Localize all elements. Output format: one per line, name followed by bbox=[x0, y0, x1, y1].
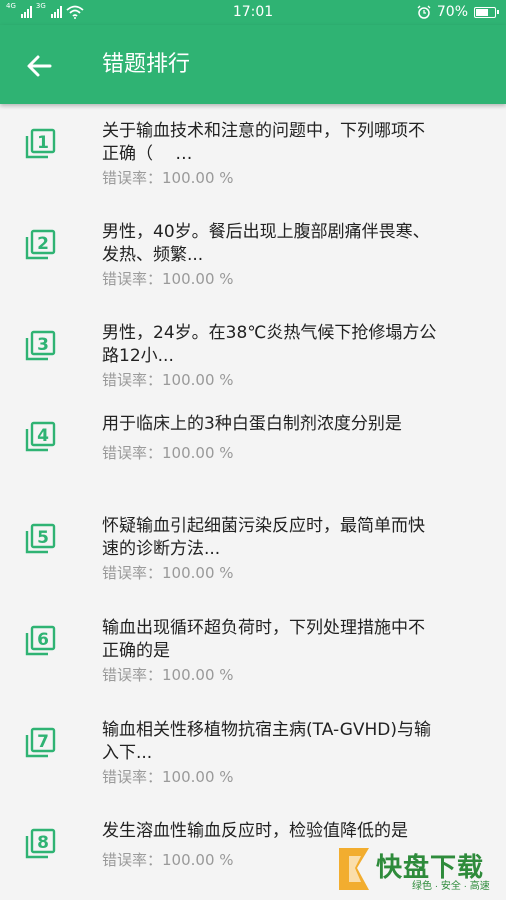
question-line-1: 怀疑输血引起细菌污染反应时，最简单而快 bbox=[102, 516, 425, 536]
rank-number: 4 bbox=[37, 426, 49, 446]
page-title: 错题排行 bbox=[102, 52, 191, 77]
question-line-1: 男性，40岁。餐后出现上腹部剧痛伴畏寒、 bbox=[102, 222, 430, 242]
question-line-2: 速的诊断方法... bbox=[102, 539, 221, 559]
rank-number-icon: 8 bbox=[25, 828, 56, 859]
rank-number: 5 bbox=[37, 528, 49, 548]
question-line-2: 路12小... bbox=[102, 346, 174, 366]
error-rate: 错误率：100.00 % bbox=[102, 444, 234, 462]
rank-number: 3 bbox=[37, 335, 49, 355]
rank-number-icon: 4 bbox=[25, 421, 56, 452]
rank-number-icon: 7 bbox=[25, 727, 56, 758]
rank-number: 1 bbox=[37, 133, 49, 153]
rank-number: 6 bbox=[37, 630, 49, 650]
question-line-1: 输血相关性移植物抗宿主病(TA-GVHD)与输 bbox=[102, 720, 432, 740]
error-rate: 错误率：100.00 % bbox=[102, 371, 234, 389]
rank-number-icon: 5 bbox=[25, 523, 56, 554]
arrow-left-icon[interactable] bbox=[24, 51, 54, 81]
error-rate: 错误率：100.00 % bbox=[102, 270, 234, 288]
question-text: 输血相关性移植物抗宿主病(TA-GVHD)与输 入下... bbox=[102, 719, 492, 765]
question-line-1: 用于临床上的3种白蛋白制剂浓度分别是 bbox=[102, 414, 402, 434]
question-line-2: 发热、频繁... bbox=[102, 245, 204, 265]
question-line-1: 男性，24岁。在38℃炎热气候下抢修塌方公 bbox=[102, 323, 437, 343]
question-text: 怀疑输血引起细菌污染反应时，最简单而快 速的诊断方法... bbox=[102, 515, 492, 561]
battery-percent: 70% bbox=[436, 4, 468, 20]
status-right: 70% bbox=[417, 3, 499, 21]
question-text: 输血出现循环超负荷时，下列处理措施中不 正确的是 bbox=[102, 617, 492, 663]
rank-number-icon: 2 bbox=[25, 229, 56, 260]
question-line-1: 关于输血技术和注意的问题中，下列哪项不 bbox=[102, 121, 425, 141]
error-rate: 错误率：100.00 % bbox=[102, 851, 234, 869]
question-line-1: 输血出现循环超负荷时，下列处理措施中不 bbox=[102, 618, 425, 638]
question-line-2: 入下... bbox=[102, 743, 153, 763]
error-rate: 错误率：100.00 % bbox=[102, 564, 234, 582]
error-rate: 错误率：100.00 % bbox=[102, 666, 234, 684]
rank-number: 8 bbox=[37, 833, 49, 853]
app-bar: 错题排行 bbox=[0, 25, 506, 104]
question-text: 男性，40岁。餐后出现上腹部剧痛伴畏寒、 发热、频繁... bbox=[102, 221, 492, 267]
rank-number-icon: 3 bbox=[25, 330, 56, 361]
rank-number-icon: 1 bbox=[25, 128, 56, 159]
question-line-2: 正确的是 bbox=[102, 641, 170, 661]
battery-fill bbox=[476, 8, 488, 16]
battery-icon bbox=[474, 6, 499, 18]
error-rate: 错误率：100.00 % bbox=[102, 169, 234, 187]
question-line-2: 正确（ … bbox=[102, 144, 193, 164]
status-bar: 4G 3G 17:01 70% bbox=[0, 0, 506, 25]
alarm-icon bbox=[417, 5, 431, 19]
rank-number-icon: 6 bbox=[25, 625, 56, 656]
question-text: 男性，24岁。在38℃炎热气候下抢修塌方公 路12小... bbox=[102, 322, 492, 368]
error-rate: 错误率：100.00 % bbox=[102, 768, 234, 786]
rank-number: 7 bbox=[37, 732, 49, 752]
rank-number: 2 bbox=[37, 234, 49, 254]
question-text: 用于临床上的3种白蛋白制剂浓度分别是 bbox=[102, 413, 492, 436]
question-text: 关于输血技术和注意的问题中，下列哪项不 正确（ … bbox=[102, 120, 492, 166]
watermark-slogan: 绿色 · 安全 · 高速 bbox=[412, 881, 490, 892]
